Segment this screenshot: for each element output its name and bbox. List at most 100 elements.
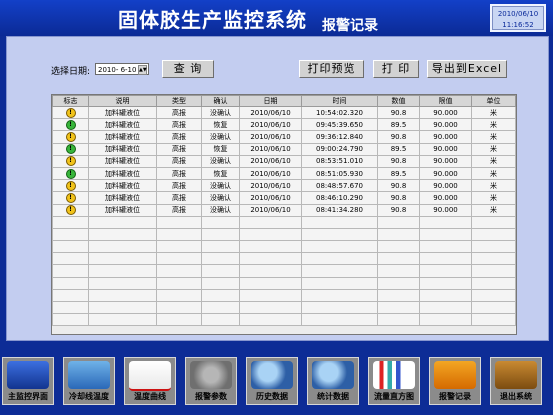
column-header[interactable]: 时间 (301, 95, 378, 107)
nav-button-8[interactable]: 报警记录 (429, 357, 481, 405)
bar-chart-icon (373, 361, 415, 389)
cell-date: 2010/06/10 (239, 154, 302, 168)
cell-desc: 加料罐液位 (88, 179, 157, 193)
empty-cell (88, 227, 157, 242)
cell-value: 89.5 (377, 118, 420, 132)
empty-cell (52, 227, 89, 242)
nav-button-2[interactable]: 冷却线温度 (63, 357, 115, 405)
empty-cell (301, 288, 378, 303)
empty-cell (52, 300, 89, 315)
empty-cell (201, 276, 240, 290)
empty-cell (377, 215, 420, 229)
nav-button-7[interactable]: 流量直方图 (368, 357, 420, 405)
nav-label: 报警参数 (195, 392, 227, 401)
exclamation-warning-icon: ! (65, 131, 76, 142)
cell-confirm: 没确认 (201, 154, 240, 168)
cell-confirm: 没确认 (201, 105, 240, 120)
cell-type: 高报 (156, 118, 202, 132)
column-header[interactable]: 限值 (419, 95, 472, 107)
empty-cell (471, 313, 516, 327)
column-header[interactable]: 单位 (471, 95, 516, 107)
cell-time: 08:51:05.930 (301, 166, 378, 181)
table-row[interactable]: ! 加料罐液位 高报 恢复 2010/06/10 08:51:05.930 89.5 90.0… (52, 166, 516, 181)
empty-row (52, 227, 516, 242)
table-row[interactable]: ! 加料罐液位 高报 恢复 2010/06/10 09:00:24.790 89.5 90.0… (52, 142, 516, 156)
empty-cell (239, 276, 302, 290)
cell-unit: 米 (471, 179, 516, 193)
nav-button-1[interactable]: 主监控界面 (2, 357, 54, 405)
nav-button-4[interactable]: 报警参数 (185, 357, 237, 405)
export-excel-button[interactable]: 导出到Excel (427, 60, 507, 78)
nav-button-5[interactable]: 历史数据 (246, 357, 298, 405)
table-row[interactable]: ! 加料罐液位 高报 没确认 2010/06/10 08:46:10.290 90.8 90.… (52, 191, 516, 205)
clock-display: 2010/06/10 11:16:52 (490, 4, 546, 32)
empty-cell (201, 252, 240, 266)
column-header[interactable]: 数值 (377, 95, 420, 107)
empty-cell (419, 288, 472, 303)
nav-button-6[interactable]: 统计数据 (307, 357, 359, 405)
alarm-table: 标志 说明 类型 确认 日期 时间 数值 限值 单位 ! 加料罐液位 高报 没确认 20… (51, 94, 517, 335)
cell-limit: 90.000 (419, 179, 472, 193)
date-picker[interactable]: 2010- 6-10 ▲▼ (95, 63, 149, 75)
cell-value: 89.5 (377, 166, 420, 181)
status-cell: ! (52, 154, 89, 168)
table-row[interactable]: ! 加料罐液位 高报 没确认 2010/06/10 09:36:12.840 90.8 90.… (52, 130, 516, 144)
cell-date: 2010/06/10 (239, 203, 302, 217)
column-header[interactable]: 类型 (156, 95, 202, 107)
cell-confirm: 恢复 (201, 118, 240, 132)
empty-cell (471, 227, 516, 242)
empty-cell (419, 264, 472, 278)
main-panel: 选择日期: 2010- 6-10 ▲▼ 查 询 打印预览 打 印 导出到Exce… (6, 36, 549, 341)
cell-desc: 加料罐液位 (88, 118, 157, 132)
column-header[interactable]: 标志 (52, 95, 89, 107)
table-row[interactable]: ! 加料罐液位 高报 没确认 2010/06/10 08:53:51.010 90.8 90.… (52, 154, 516, 168)
empty-cell (471, 240, 516, 254)
empty-cell (201, 215, 240, 229)
cell-type: 高报 (156, 179, 202, 193)
cell-value: 89.5 (377, 142, 420, 156)
empty-cell (201, 227, 240, 242)
empty-row (52, 288, 516, 303)
table-row[interactable]: ! 加料罐液位 高报 没确认 2010/06/10 08:48:57.670 90.8 90.… (52, 179, 516, 193)
title-bar: 固体胶生产监控系统 报警记录 2010/06/10 11:16:52 (0, 0, 553, 36)
date-value: 2010- 6-10 (98, 66, 137, 74)
empty-row (52, 313, 516, 327)
nav-button-9[interactable]: 退出系统 (490, 357, 542, 405)
print-button[interactable]: 打 印 (373, 60, 419, 78)
cell-limit: 90.000 (419, 154, 472, 168)
table-row[interactable]: ! 加料罐液位 高报 没确认 2010/06/10 10:54:02.320 90.8 90.… (52, 105, 516, 120)
empty-cell (156, 288, 202, 303)
print-preview-button[interactable]: 打印预览 (299, 60, 364, 78)
empty-cell (156, 240, 202, 254)
query-button[interactable]: 查 询 (162, 60, 214, 78)
table-row[interactable]: ! 加料罐液位 高报 没确认 2010/06/10 08:41:34.280 90.8 90.… (52, 203, 516, 217)
warning-icon (434, 361, 476, 389)
cell-time: 09:36:12.840 (301, 130, 378, 144)
status-cell: ! (52, 118, 89, 132)
cell-unit: 米 (471, 118, 516, 132)
cell-time: 08:48:57.670 (301, 179, 378, 193)
cell-unit: 米 (471, 142, 516, 156)
empty-cell (88, 264, 157, 278)
cell-desc: 加料罐液位 (88, 166, 157, 181)
spin-icon[interactable]: ▲▼ (138, 65, 147, 75)
empty-cell (471, 288, 516, 303)
column-header[interactable]: 日期 (239, 95, 302, 107)
column-header[interactable]: 说明 (88, 95, 157, 107)
cell-value: 90.8 (377, 105, 420, 120)
empty-cell (88, 240, 157, 254)
status-cell: ! (52, 142, 89, 156)
table-body: ! 加料罐液位 高报 没确认 2010/06/10 10:54:02.320 90.8 90.… (52, 105, 516, 327)
empty-cell (156, 313, 202, 327)
status-cell: ! (52, 191, 89, 205)
cell-desc: 加料罐液位 (88, 154, 157, 168)
empty-cell (377, 240, 420, 254)
empty-cell (301, 215, 378, 229)
exit-door-icon (495, 361, 537, 389)
empty-cell (377, 227, 420, 242)
nav-button-3[interactable]: 温度曲线 (124, 357, 176, 405)
column-header[interactable]: 确认 (201, 95, 240, 107)
status-cell: ! (52, 105, 89, 120)
empty-cell (52, 240, 89, 254)
table-row[interactable]: ! 加料罐液位 高报 恢复 2010/06/10 09:45:39.650 89.5 90.0… (52, 118, 516, 132)
